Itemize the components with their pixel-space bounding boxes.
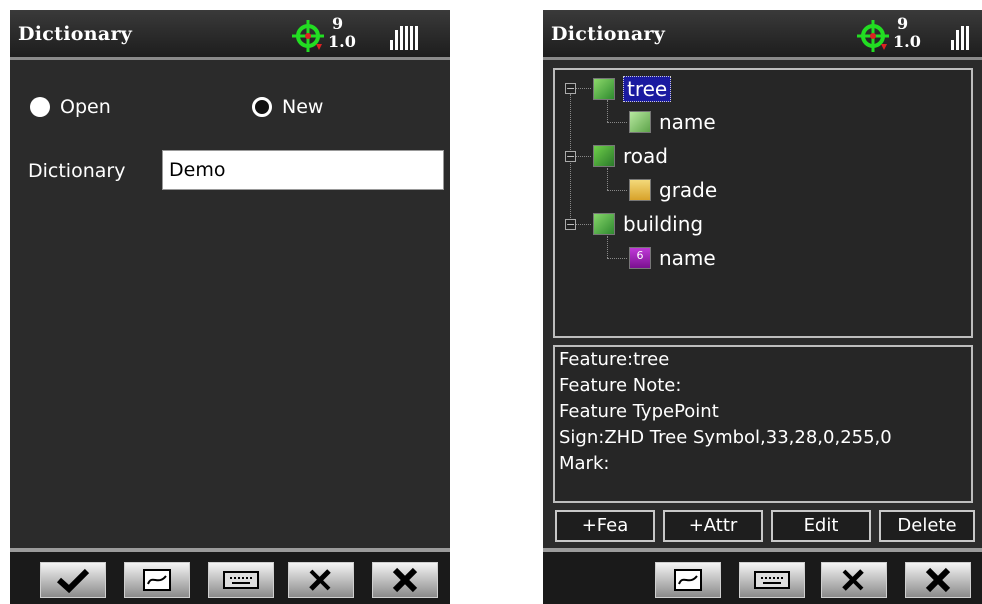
feature-type: Feature TypePoint <box>559 401 719 422</box>
feature-note: Feature Note: <box>559 375 682 396</box>
satellite-count: 9 <box>332 14 344 33</box>
pdop-value: 1.0 <box>893 32 921 51</box>
tree-node-tree[interactable]: tree <box>593 76 672 102</box>
keyboard-icon <box>223 571 259 589</box>
point-feature-icon <box>593 78 615 100</box>
check-icon <box>56 568 90 593</box>
dictionary-tree-screen: Dictionary 9 1.0 − − − tree name road gr… <box>543 10 982 604</box>
tree-node-label: building <box>623 212 704 236</box>
feature-info-panel: Feature:tree Feature Note: Feature TypeP… <box>553 345 973 503</box>
text-attr-icon <box>629 111 651 133</box>
satellite-count: 9 <box>897 14 909 33</box>
pdop-value: 1.0 <box>328 32 356 51</box>
window-title: Dictionary <box>18 23 133 45</box>
close-button[interactable] <box>905 562 971 598</box>
radio-selected-icon <box>30 97 50 117</box>
tools-button[interactable] <box>288 562 354 598</box>
tools-button[interactable] <box>821 562 887 598</box>
map-button[interactable] <box>655 562 721 598</box>
gps-crosshair-icon <box>292 20 324 52</box>
bottom-toolbar <box>543 548 982 604</box>
tree-node-name[interactable]: name <box>629 110 716 134</box>
title-bar: Dictionary 9 1.0 <box>10 10 450 60</box>
radio-new[interactable]: New <box>252 96 323 118</box>
tree-node-name[interactable]: 6 name <box>629 246 716 270</box>
map-icon <box>143 569 171 591</box>
tree-node-building[interactable]: building <box>593 212 703 236</box>
radio-open[interactable]: Open <box>30 96 111 118</box>
dictionary-open-screen: Dictionary 9 1.0 Open New Dictionary Dem… <box>10 10 450 604</box>
signal-bars-icon <box>951 20 969 50</box>
collapse-toggle-building[interactable]: − <box>565 219 576 230</box>
tree-node-label: name <box>659 110 716 134</box>
radio-new-label: New <box>282 96 324 118</box>
gps-crosshair-icon <box>857 20 889 52</box>
line-feature-icon <box>593 145 615 167</box>
radio-open-label: Open <box>60 96 111 118</box>
map-icon <box>674 569 702 591</box>
status-area: 9 1.0 <box>292 14 442 56</box>
bottom-toolbar <box>10 548 450 604</box>
radio-unselected-icon <box>252 97 272 117</box>
attr-badge: 6 <box>636 249 644 262</box>
tree-node-grade[interactable]: grade <box>629 178 717 202</box>
title-bar: Dictionary 9 1.0 <box>543 10 982 60</box>
feature-sign: Sign:ZHD Tree Symbol,33,28,0,255,0 <box>559 427 892 448</box>
close-icon <box>925 567 951 593</box>
map-button[interactable] <box>124 562 190 598</box>
keyboard-button[interactable] <box>208 562 274 598</box>
tree-node-road[interactable]: road <box>593 144 668 168</box>
tree-node-label: tree <box>623 76 672 102</box>
tools-icon <box>309 569 331 591</box>
dictionary-label: Dictionary <box>28 160 126 182</box>
window-title: Dictionary <box>551 23 666 45</box>
number-attr-icon: 6 <box>629 247 651 269</box>
delete-button[interactable]: Delete <box>879 510 975 542</box>
dictionary-input[interactable]: Demo <box>162 150 444 190</box>
feature-name: Feature:tree <box>559 349 670 370</box>
feature-tree[interactable]: − − − tree name road grade building 6 na… <box>553 68 973 338</box>
keyboard-button[interactable] <box>739 562 805 598</box>
tree-node-label: grade <box>659 178 718 202</box>
keyboard-icon <box>754 571 790 589</box>
collapse-toggle-tree[interactable]: − <box>565 83 576 94</box>
add-attr-button[interactable]: +Attr <box>663 510 763 542</box>
confirm-button[interactable] <box>40 562 106 598</box>
feature-mark: Mark: <box>559 453 610 474</box>
tools-icon <box>842 569 864 591</box>
close-button[interactable] <box>372 562 438 598</box>
polygon-feature-icon <box>593 213 615 235</box>
collapse-toggle-road[interactable]: − <box>565 151 576 162</box>
action-buttons: +Fea +Attr Edit Delete <box>555 510 975 544</box>
signal-bars-icon <box>390 20 418 50</box>
add-feature-button[interactable]: +Fea <box>555 510 655 542</box>
tree-node-label: name <box>659 246 716 270</box>
list-attr-icon <box>629 179 651 201</box>
tree-node-label: road <box>623 144 668 168</box>
close-icon <box>392 567 418 593</box>
edit-button[interactable]: Edit <box>771 510 871 542</box>
status-area: 9 1.0 <box>857 14 975 56</box>
